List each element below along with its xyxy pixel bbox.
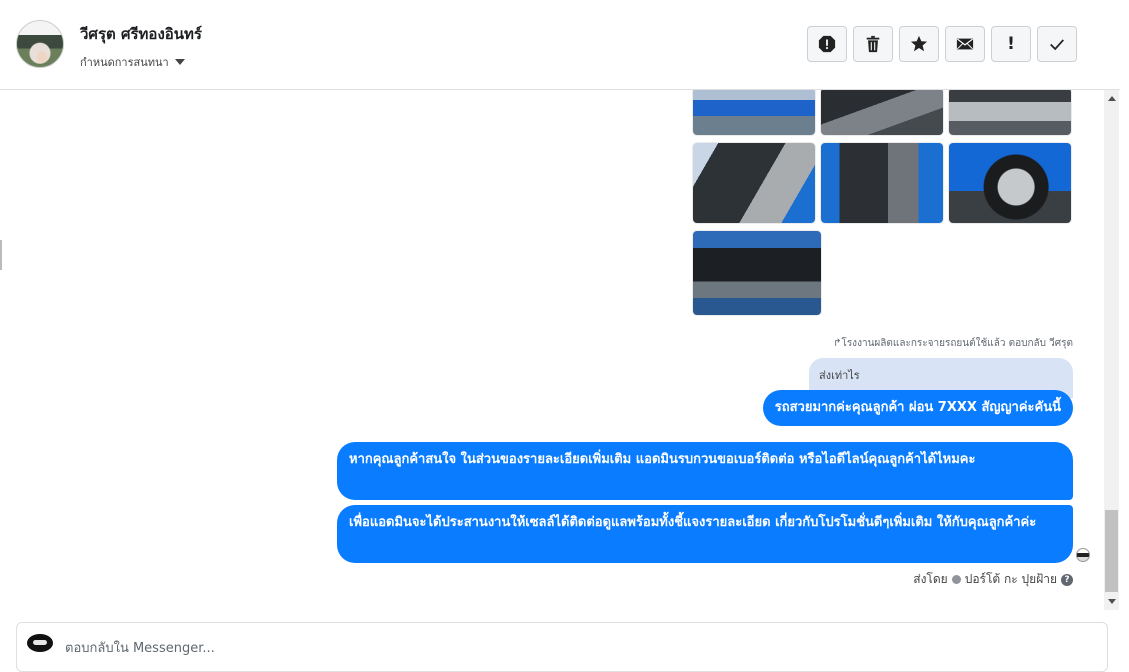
attachment-photo-rear[interactable] bbox=[949, 90, 1071, 135]
mark-done-button[interactable] bbox=[1037, 26, 1077, 62]
admin-icon bbox=[951, 575, 961, 584]
mail-icon bbox=[956, 38, 974, 50]
sent-by-label: ส่งโดย bbox=[913, 572, 948, 586]
panel-edge-handle[interactable] bbox=[0, 240, 2, 270]
conversation-header: วีศรุต ศรีทองอินทร์ กำหนดการสนทนา ! bbox=[0, 0, 1120, 90]
scroll-down-arrow-icon[interactable] bbox=[1108, 599, 1116, 604]
thread-scrollbar[interactable] bbox=[1104, 90, 1119, 610]
contact-avatar[interactable] bbox=[16, 20, 64, 68]
attachment-photo-door[interactable] bbox=[821, 143, 943, 223]
reply-composer[interactable]: ตอบกลับใน Messenger... bbox=[16, 622, 1108, 672]
message-bubble[interactable]: เพื่อแอดมินจะได้ประสานงานให้เซลล์ได้ติดต… bbox=[337, 505, 1073, 563]
action-toolbar: ! bbox=[807, 26, 1077, 62]
sent-by-name[interactable]: ปอร์โต้ กะ ปุยฝ้าย bbox=[965, 570, 1057, 589]
mark-spam-button[interactable] bbox=[807, 26, 847, 62]
attachment-photo-dashboard[interactable] bbox=[821, 90, 943, 135]
star-icon bbox=[910, 35, 928, 52]
attachment-photo-car[interactable] bbox=[693, 90, 815, 135]
star-button[interactable] bbox=[899, 26, 939, 62]
assign-conversation-dropdown[interactable]: กำหนดการสนทนา bbox=[80, 53, 185, 71]
message-bubble[interactable]: รถสวยมากค่ะคุณลูกค้า ผ่อน 7XXX สัญญาค่ะค… bbox=[762, 390, 1073, 426]
check-icon bbox=[1050, 39, 1064, 51]
reply-note: ↱โรงงานผลิตและกระจายรถยนต์ใช้แล้ว ตอบกลั… bbox=[833, 338, 1073, 349]
attachment-photo-wheel[interactable] bbox=[949, 143, 1071, 223]
caret-down-icon bbox=[174, 59, 185, 65]
scrollbar-thumb[interactable] bbox=[1105, 510, 1118, 592]
seen-avatar bbox=[1076, 548, 1090, 562]
message-bubble[interactable]: หากคุณลูกค้าสนใจ ในส่วนของรายละเอียดเพิ่… bbox=[337, 442, 1073, 500]
attachment-photo-engine[interactable] bbox=[693, 231, 821, 315]
sent-by-info: ส่งโดย ปอร์โต้ กะ ปุยฝ้าย ? bbox=[913, 570, 1073, 589]
trash-icon bbox=[866, 35, 880, 53]
page-avatar bbox=[27, 634, 53, 652]
exclamation-icon: ! bbox=[1007, 34, 1015, 54]
delete-button[interactable] bbox=[853, 26, 893, 62]
spam-icon bbox=[818, 35, 836, 53]
contact-name[interactable]: วีศรุต ศรีทองอินทร์ bbox=[80, 22, 202, 46]
message-thread[interactable]: ↱โรงงานผลิตและกระจายรถยนต์ใช้แล้ว ตอบกลั… bbox=[0, 90, 1104, 610]
assign-label: กำหนดการสนทนา bbox=[80, 56, 169, 69]
help-icon[interactable]: ? bbox=[1061, 573, 1073, 586]
scroll-up-arrow-icon[interactable] bbox=[1108, 96, 1116, 101]
reply-input-placeholder[interactable]: ตอบกลับใน Messenger... bbox=[65, 637, 215, 658]
attachment-photo-seat[interactable] bbox=[693, 143, 815, 223]
follow-up-button[interactable]: ! bbox=[991, 26, 1031, 62]
mark-unread-button[interactable] bbox=[945, 26, 985, 62]
